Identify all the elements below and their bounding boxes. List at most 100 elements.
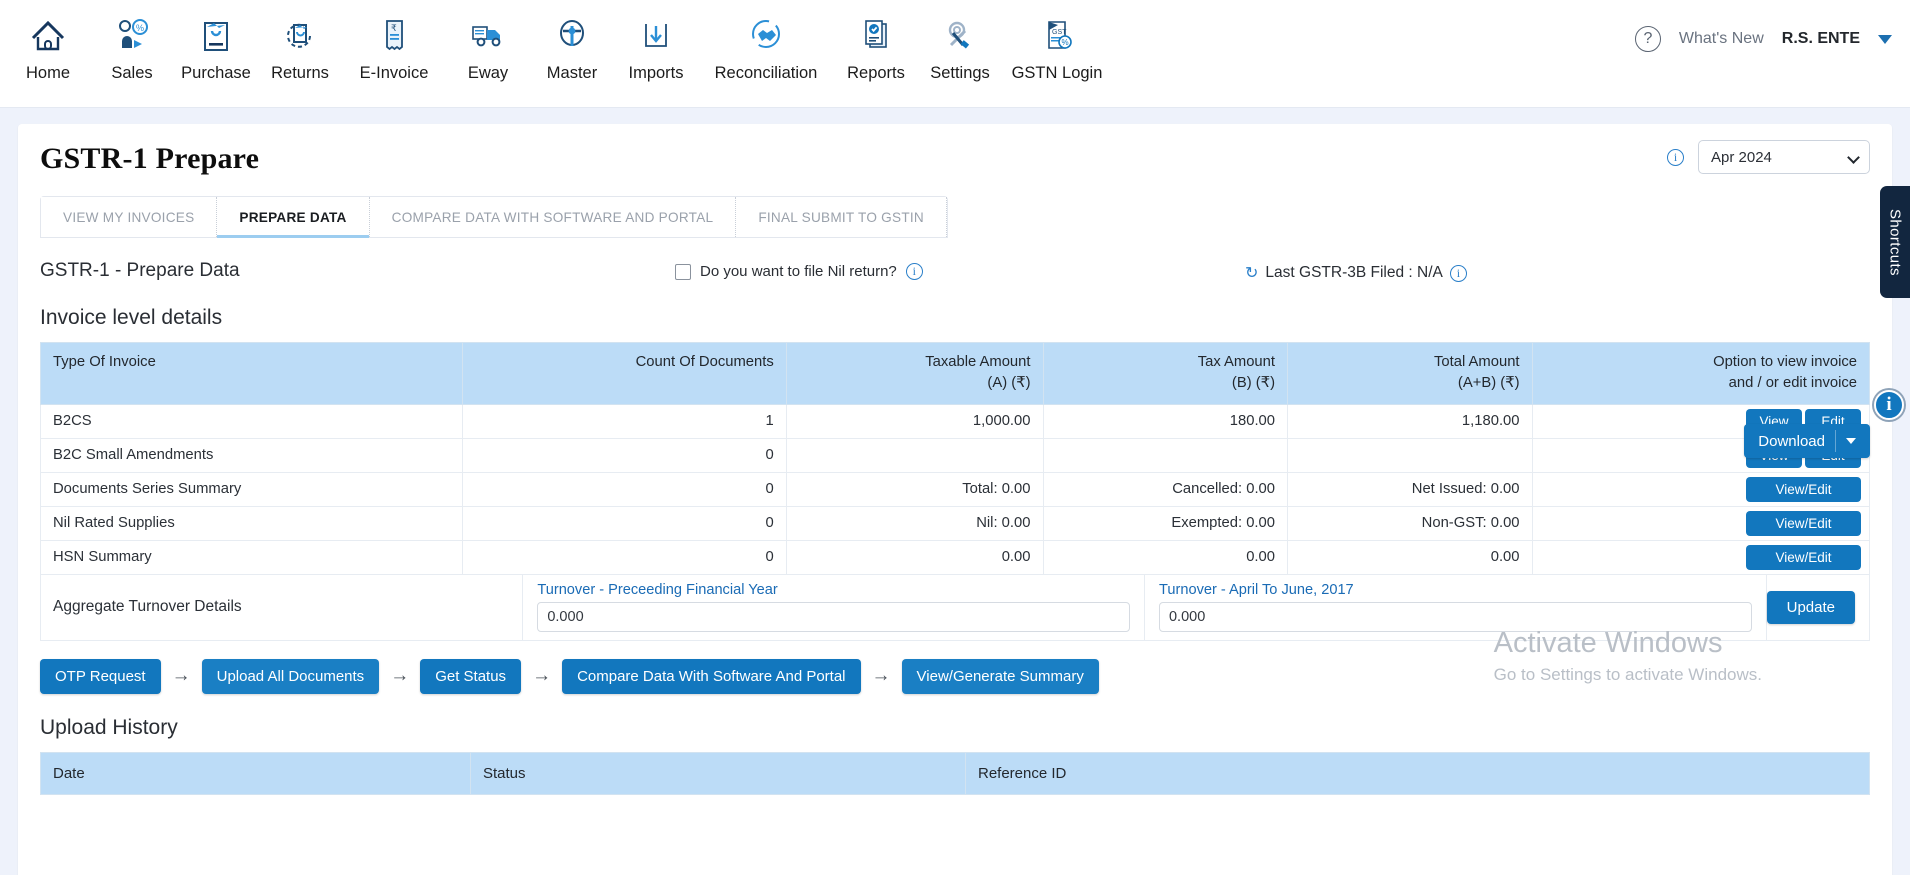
cell-count: 0 [461,505,787,541]
view-edit-button[interactable]: View/Edit [1746,544,1861,570]
arrow-right-icon: → [171,665,191,687]
tab-prepare-data[interactable]: PREPARE DATA [217,197,370,238]
nav-item-reconciliation[interactable]: Reconciliation [698,0,834,83]
cell-taxable: Nil: 0.00 [785,505,1044,541]
cell-taxable: 1,000.00 [785,403,1044,439]
col-option-line2: and / or edit invoice [1728,375,1857,392]
nav-item-gstn-login[interactable]: GST% GSTN Login [1002,0,1112,83]
nav-item-sales[interactable]: % Sales [90,0,174,83]
chevron-down-icon [1847,151,1860,164]
action-button-group: View/Edit [1541,544,1861,570]
settings-tools-icon [942,12,978,58]
download-separator [1835,430,1836,452]
eway-truck-icon [469,12,507,58]
col-total-amount-line1: Total Amount [1433,354,1520,370]
info-icon[interactable]: i [905,263,923,280]
top-navigation-bar: Home % Sales Purchase Returns ₹ E-Invoic… [0,0,1910,108]
gstn-login-icon: GST% [1039,12,1075,58]
cell-count: 0 [461,471,787,507]
aggregate-turnover-row: Aggregate Turnover Details Turnover - Pr… [40,574,1870,641]
cell-total: 1,180.00 [1287,403,1533,439]
arrow-right-icon: → [390,665,410,687]
upload-history-header-row: Date Status Reference ID [40,751,1870,795]
nav-item-returns[interactable]: Returns [258,0,342,83]
info-badge-icon[interactable]: i [1874,390,1904,420]
cell-type: HSN Summary [40,539,463,575]
col-option-view-edit: Option to view invoice and / or edit inv… [1531,342,1871,405]
view-edit-button[interactable]: View/Edit [1746,476,1861,502]
get-status-button[interactable]: Get Status [420,658,522,694]
reports-icon [858,12,894,58]
nav-label: E-Invoice [359,64,429,82]
turnover-apr-jun-input[interactable] [1158,601,1752,632]
home-icon [30,12,66,58]
sales-icon: % [114,12,150,58]
cell-count: 1 [461,403,787,439]
nav-item-purchase[interactable]: Purchase [174,0,258,83]
nav-label: Imports [628,64,684,82]
nav-right-cluster: ? What's New R.S. ENTE [1634,26,1892,52]
nav-item-e-invoice[interactable]: ₹ E-Invoice [342,0,446,83]
col-option-line1: Option to view invoice [1713,354,1857,370]
nav-item-settings[interactable]: Settings [918,0,1002,83]
nav-item-eway[interactable]: Eway [446,0,530,83]
tab-final-submit[interactable]: FINAL SUBMIT TO GSTIN [736,197,947,237]
chevron-down-icon[interactable] [1878,34,1892,44]
tab-compare-data[interactable]: COMPARE DATA WITH SOFTWARE AND PORTAL [369,197,737,237]
invoice-level-details-title: Invoice level details [40,306,223,329]
download-button[interactable]: Download [1744,424,1870,458]
col-taxable-amount-line2: (A) (₹) [987,375,1031,392]
purchase-icon [198,12,234,58]
col-date: Date [40,751,471,795]
cell-tax: 180.00 [1042,403,1289,439]
cell-taxable: 0.00 [785,539,1044,575]
shortcuts-tab[interactable]: Shortcuts [1880,186,1910,298]
table-row: Documents Series Summary 0 Total: 0.00 C… [40,471,1871,507]
update-button[interactable]: Update [1766,590,1855,624]
turnover-preceding-fy-input[interactable] [537,601,1130,632]
nav-label: Reconciliation [714,64,818,82]
nav-item-master[interactable]: Master [530,0,614,83]
view-edit-button[interactable]: View/Edit [1746,510,1861,536]
svg-text:%: % [1062,38,1069,47]
nav-item-home[interactable]: Home [6,0,90,83]
period-select[interactable]: Apr 2024 [1698,140,1870,174]
info-icon[interactable]: i [1449,264,1467,282]
table-row: HSN Summary 0 0.00 0.00 0.00 View/Edit [40,539,1871,575]
upload-all-documents-button[interactable]: Upload All Documents [201,658,380,694]
nav-items-container: Home % Sales Purchase Returns ₹ E-Invoic… [6,0,1112,83]
cell-count: 0 [461,539,787,575]
nav-item-reports[interactable]: Reports [834,0,918,83]
page-title: GSTR-1 Prepare [40,142,260,175]
tab-view-my-invoices[interactable]: VIEW MY INVOICES [41,197,218,237]
cell-actions: View/Edit [1531,505,1871,541]
col-type-of-invoice: Type Of Invoice [40,342,463,405]
compare-data-button[interactable]: Compare Data With Software And Portal [562,658,861,694]
cell-type: Documents Series Summary [40,471,463,507]
imports-download-icon [638,12,674,58]
question-mark-icon[interactable]: ? [1634,26,1661,52]
table-row: B2CS 1 1,000.00 180.00 1,180.00 View Edi… [40,403,1871,439]
nil-return-checkbox[interactable] [675,263,691,280]
svg-text:%: % [136,23,144,33]
table-row: Nil Rated Supplies 0 Nil: 0.00 Exempted:… [40,505,1871,541]
action-button-group: View/Edit [1541,510,1861,536]
whats-new-link[interactable]: What's New [1679,30,1764,48]
aggregate-turnover-label: Aggregate Turnover Details [41,574,524,640]
nav-item-imports[interactable]: Imports [614,0,698,83]
info-icon[interactable]: i [1667,148,1684,166]
refresh-icon[interactable]: ↻ [1245,263,1258,283]
cell-tax: Exempted: 0.00 [1042,505,1289,541]
otp-request-button[interactable]: OTP Request [40,658,161,694]
view-generate-summary-button[interactable]: View/Generate Summary [901,658,1099,694]
upload-history-table: Date Status Reference ID [40,751,1870,795]
master-icon [554,12,590,58]
gstr1-prepare-card: GSTR-1 Prepare i Apr 2024 VIEW MY INVOIC… [18,124,1892,875]
nav-label: Purchase [181,64,251,82]
cell-type: B2CS [40,403,463,439]
returns-icon [282,12,318,58]
user-account-name[interactable]: R.S. ENTE [1782,30,1860,48]
col-tax-amount-line2: (B) (₹) [1231,375,1276,392]
nil-return-label: Do you want to file Nil return? [700,263,897,280]
nav-label: Home [25,64,70,82]
